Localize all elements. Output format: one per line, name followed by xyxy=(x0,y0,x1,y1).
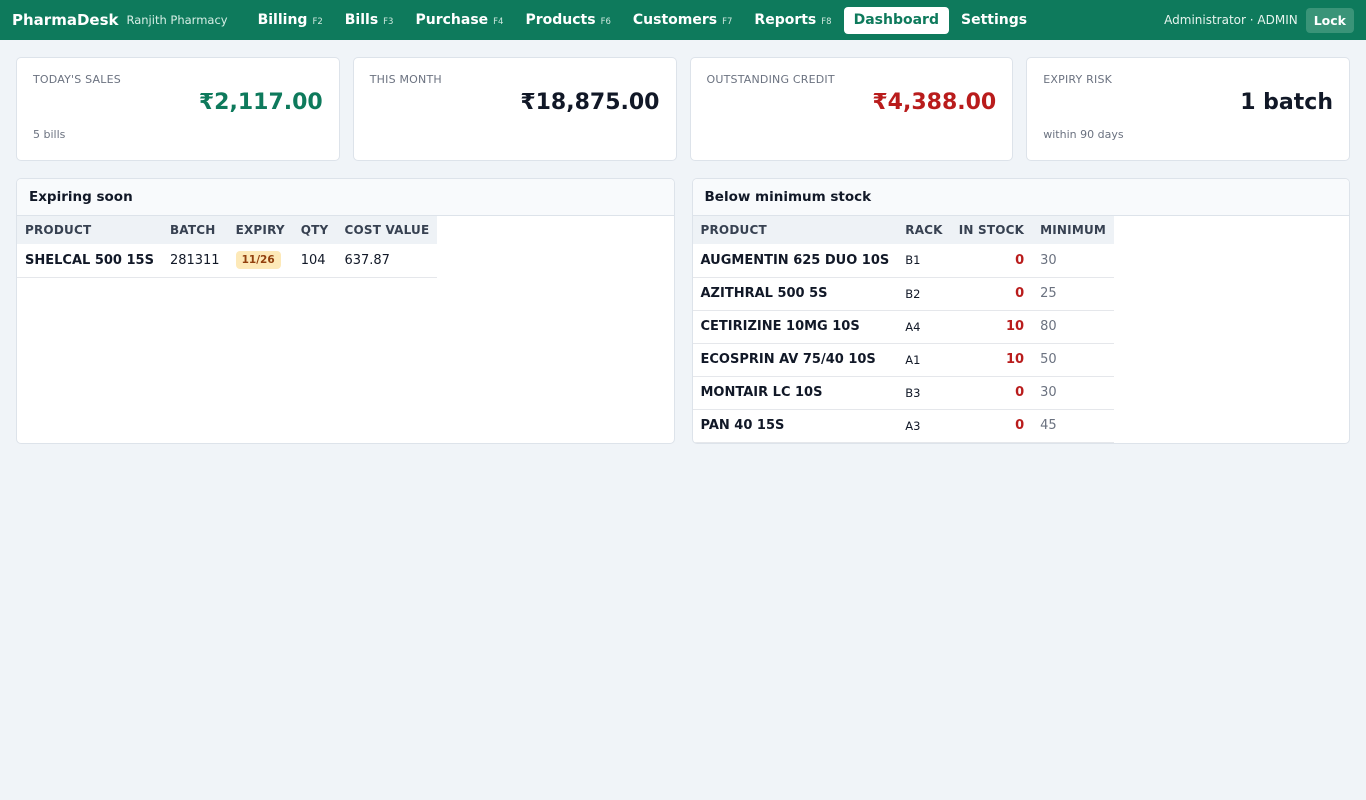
in-stock: 0 xyxy=(950,409,1033,443)
lock-button[interactable]: Lock xyxy=(1305,7,1354,33)
table-row: MONTAIR LC 10S B3 0 30 xyxy=(692,376,1115,410)
nav-label: Reports xyxy=(754,11,817,28)
rack: A4 xyxy=(897,310,951,344)
nav-label: Billing xyxy=(257,11,308,28)
minimum-stock: 30 xyxy=(1032,244,1115,278)
nav-billing[interactable]: Billing F2 xyxy=(248,7,333,34)
rack: B3 xyxy=(897,376,951,410)
in-stock: 0 xyxy=(950,376,1033,410)
expiring-soon-panel: Expiring soon PRODUCT BATCH EXPIRY QTY C… xyxy=(16,178,675,444)
low-stock-table: PRODUCT RACK IN STOCK MINIMUM AUGMENTIN … xyxy=(692,216,1115,443)
app-brand: PharmaDesk xyxy=(12,11,119,29)
card-sub: 5 bills xyxy=(33,128,66,141)
col-batch: BATCH xyxy=(161,216,228,244)
nav-purchase[interactable]: Purchase F4 xyxy=(405,7,513,34)
minimum-stock: 80 xyxy=(1032,310,1115,344)
batch-number: 281311 xyxy=(161,244,228,278)
product-name: CETIRIZINE 10MG 10S xyxy=(692,310,898,344)
table-row: PAN 40 15S A3 0 45 xyxy=(692,409,1115,443)
card-sub: within 90 days xyxy=(1043,128,1124,141)
this-month-value: ₹18,875.00 xyxy=(520,90,660,115)
pharmacy-name: Ranjith Pharmacy xyxy=(126,13,228,27)
main-nav: Billing F2 Bills F3 Purchase F4 Products F6 Cust… xyxy=(248,6,1038,34)
expiring-table: PRODUCT BATCH EXPIRY QTY COST VALUE SHEL… xyxy=(17,216,438,278)
col-product: PRODUCT xyxy=(692,216,898,244)
rack: A1 xyxy=(897,343,951,377)
nav-bills[interactable]: Bills F3 xyxy=(335,7,404,34)
rack: B1 xyxy=(897,244,951,278)
product-name: AZITHRAL 500 5S xyxy=(692,277,898,311)
table-row: AZITHRAL 500 5S B2 0 25 xyxy=(692,277,1115,311)
product-name: ECOSPRIN AV 75/40 10S xyxy=(692,343,898,377)
current-user: Administrator · ADMIN xyxy=(1164,13,1298,27)
col-in-stock: IN STOCK xyxy=(950,216,1033,244)
nav-shortcut-key: F4 xyxy=(493,16,504,27)
card-label: OUTSTANDING CREDIT xyxy=(706,73,835,86)
nav-label: Customers xyxy=(632,11,718,28)
panels: Expiring soon PRODUCT BATCH EXPIRY QTY C… xyxy=(0,161,1366,444)
card-label: TODAY'S SALES xyxy=(33,73,121,86)
nav-dashboard[interactable]: Dashboard xyxy=(843,6,949,34)
nav-shortcut-key: F6 xyxy=(600,16,611,27)
minimum-stock: 30 xyxy=(1032,376,1115,410)
col-rack: RACK xyxy=(897,216,951,244)
card-label: EXPIRY RISK xyxy=(1043,73,1113,86)
expiry-cell: 11/26 xyxy=(227,244,293,278)
table-header-row: PRODUCT BATCH EXPIRY QTY COST VALUE xyxy=(17,216,438,244)
cost-value: 637.87 xyxy=(336,244,438,278)
in-stock: 0 xyxy=(950,244,1033,278)
user-area: Administrator · ADMIN Lock xyxy=(1164,7,1354,33)
nav-settings[interactable]: Settings xyxy=(951,7,1037,34)
nav-shortcut-key: F3 xyxy=(383,16,394,27)
nav-label: Bills xyxy=(344,11,379,28)
minimum-stock: 50 xyxy=(1032,343,1115,377)
expiry-risk-value: 1 batch xyxy=(1240,90,1333,115)
col-qty: QTY xyxy=(292,216,337,244)
minimum-stock: 45 xyxy=(1032,409,1115,443)
col-expiry: EXPIRY xyxy=(227,216,293,244)
product-name: SHELCAL 500 15S xyxy=(17,244,162,278)
table-row: ECOSPRIN AV 75/40 10S A1 10 50 xyxy=(692,343,1115,377)
nav-label: Settings xyxy=(960,11,1028,28)
col-cost-value: COST VALUE xyxy=(336,216,438,244)
in-stock: 10 xyxy=(950,310,1033,344)
table-row: AUGMENTIN 625 DUO 10S B1 0 30 xyxy=(692,244,1115,278)
nav-products[interactable]: Products F6 xyxy=(515,7,620,34)
nav-shortcut-key: F8 xyxy=(821,16,832,27)
minimum-stock: 25 xyxy=(1032,277,1115,311)
nav-label: Dashboard xyxy=(853,11,939,28)
panel-title: Below minimum stock xyxy=(692,179,1349,216)
card-expiry-risk: EXPIRY RISK 1 batch within 90 days xyxy=(1026,57,1350,161)
in-stock: 10 xyxy=(950,343,1033,377)
expiry-badge: 11/26 xyxy=(235,251,281,270)
product-name: AUGMENTIN 625 DUO 10S xyxy=(692,244,898,278)
nav-label: Products xyxy=(525,11,596,28)
table-row: CETIRIZINE 10MG 10S A4 10 80 xyxy=(692,310,1115,344)
nav-shortcut-key: F2 xyxy=(312,16,323,27)
todays-sales-value: ₹2,117.00 xyxy=(198,90,323,115)
card-this-month: THIS MONTH ₹18,875.00 xyxy=(352,57,677,161)
table-row: SHELCAL 500 15S 281311 11/26 104 637.87 xyxy=(17,244,438,278)
nav-shortcut-key: F7 xyxy=(722,16,733,27)
top-nav-bar: PharmaDesk Ranjith Pharmacy Billing F2 Bil… xyxy=(0,0,1366,40)
product-name: PAN 40 15S xyxy=(692,409,898,443)
table-header-row: PRODUCT RACK IN STOCK MINIMUM xyxy=(692,216,1115,244)
outstanding-credit-value: ₹4,388.00 xyxy=(872,90,997,115)
panel-title: Expiring soon xyxy=(17,179,674,216)
nav-customers[interactable]: Customers F7 xyxy=(623,7,743,34)
col-product: PRODUCT xyxy=(17,216,162,244)
card-outstanding-credit: OUTSTANDING CREDIT ₹4,388.00 xyxy=(689,57,1014,161)
col-minimum: MINIMUM xyxy=(1032,216,1115,244)
card-todays-sales: TODAY'S SALES ₹2,117.00 5 bills xyxy=(16,57,340,161)
below-minimum-stock-panel: Below minimum stock PRODUCT RACK IN STOC… xyxy=(691,178,1350,444)
product-name: MONTAIR LC 10S xyxy=(692,376,898,410)
nav-label: Purchase xyxy=(415,11,489,28)
rack: B2 xyxy=(897,277,951,311)
nav-reports[interactable]: Reports F8 xyxy=(744,7,841,34)
stat-cards: TODAY'S SALES ₹2,117.00 5 bills THIS MON… xyxy=(0,40,1366,161)
qty: 104 xyxy=(292,244,337,278)
rack: A3 xyxy=(897,409,951,443)
in-stock: 0 xyxy=(950,277,1033,311)
card-label: THIS MONTH xyxy=(369,73,442,86)
